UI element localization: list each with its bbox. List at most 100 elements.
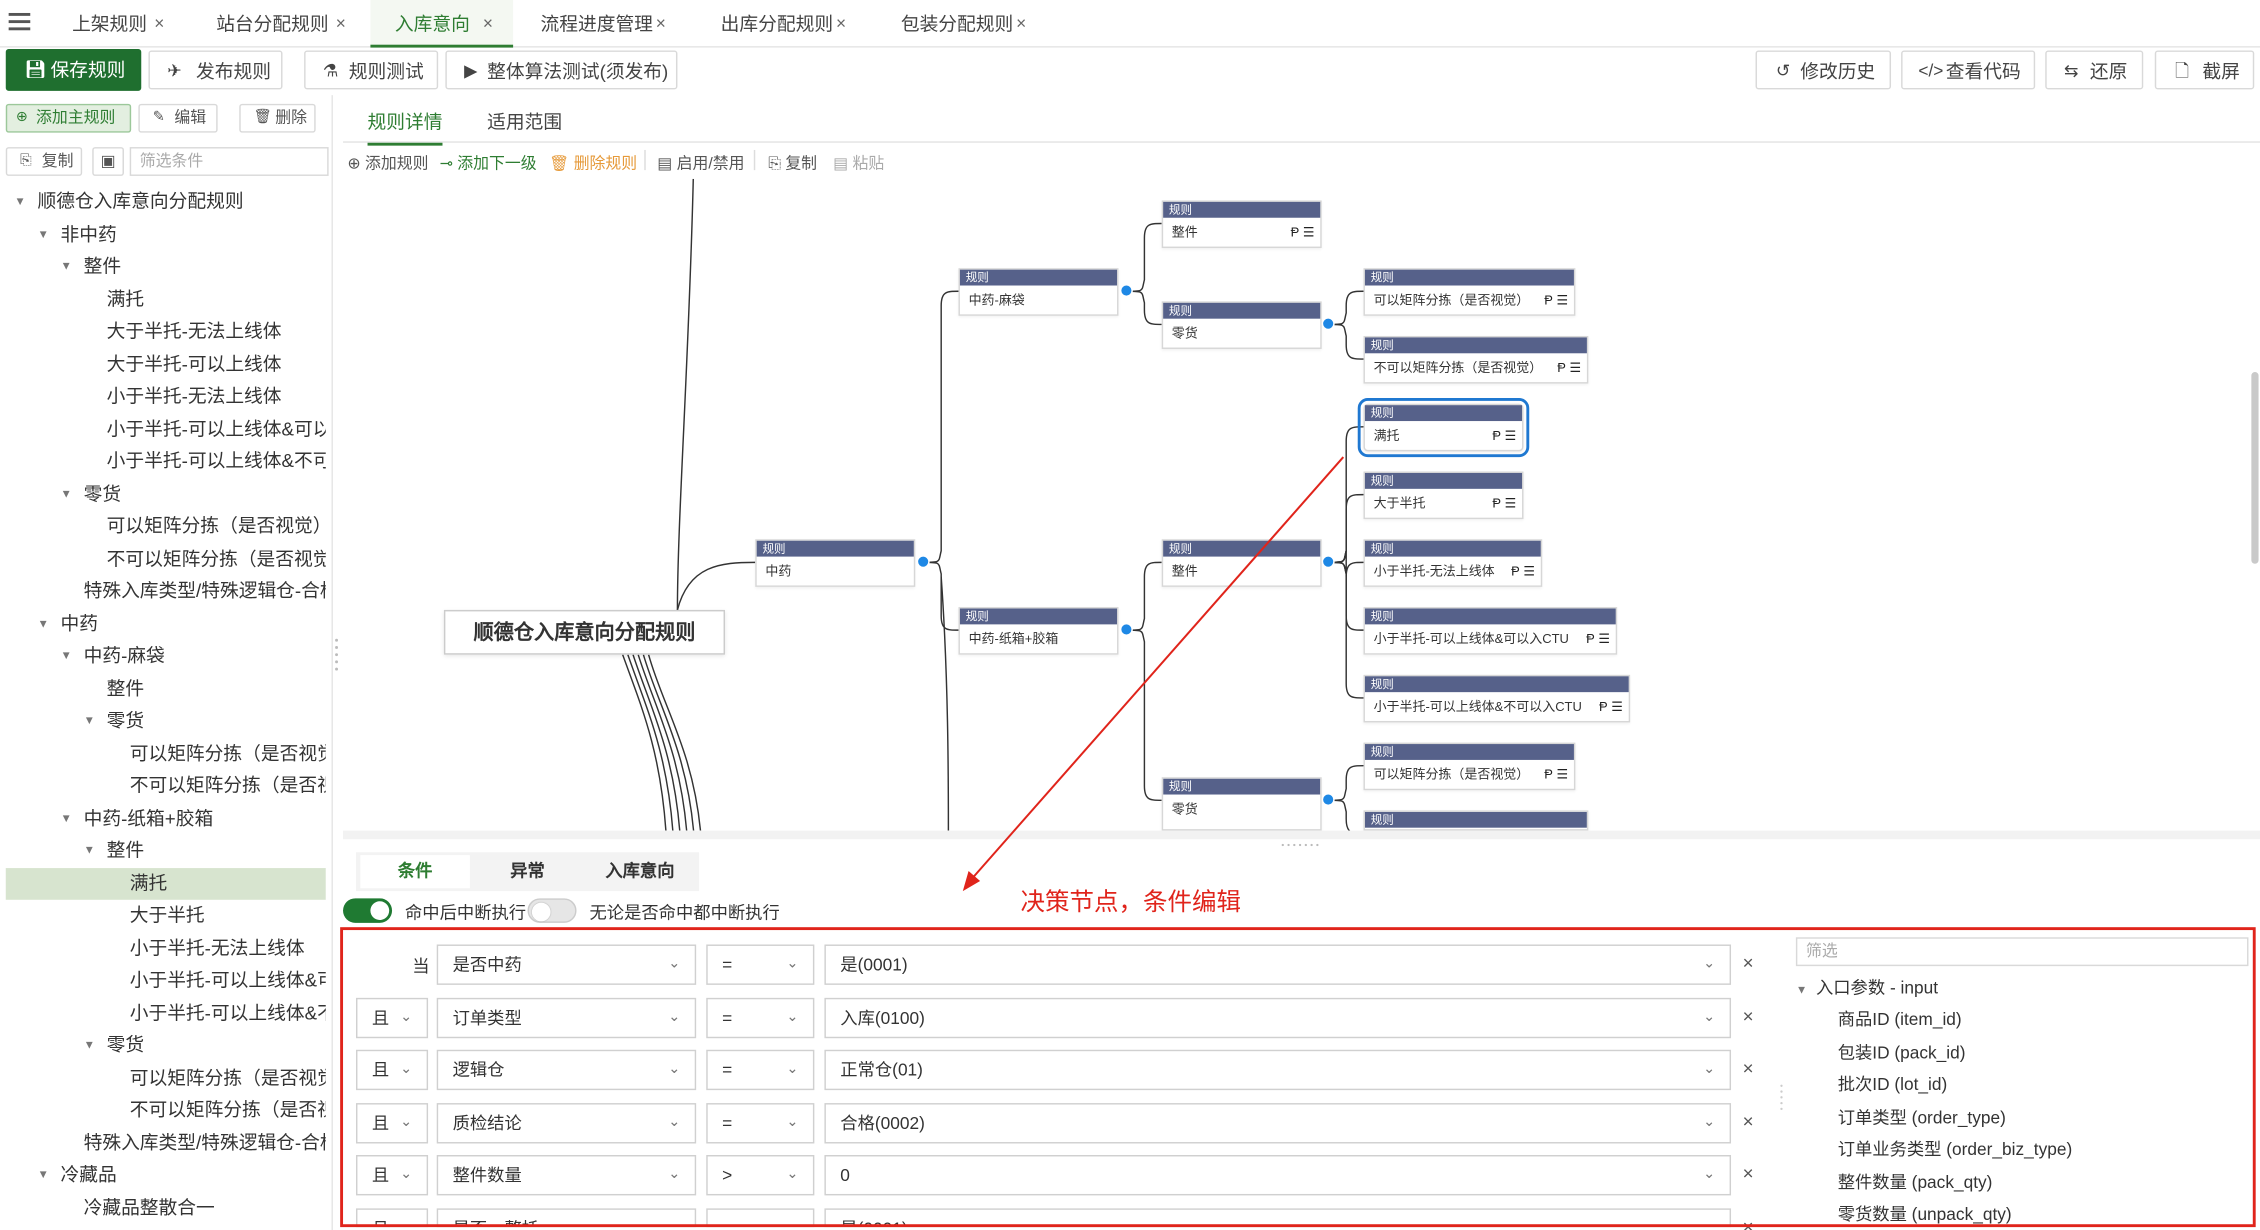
tree-node[interactable]: ▼ 零货	[6, 705, 326, 737]
tab-rule-detail[interactable]: 规则详情	[367, 107, 443, 146]
root-rule-node[interactable]: 顺德仓入库意向分配规则	[443, 609, 725, 655]
rule-node[interactable]: 规则 满托 Ᵽ ☰	[1357, 397, 1530, 458]
rule-node[interactable]: 规则 可以矩阵分拣（是否视觉） Ᵽ ☰	[1363, 742, 1576, 791]
node-tools-icon[interactable]: Ᵽ ☰	[1492, 421, 1516, 450]
tree-node[interactable]: 小于半托-可以上线体&可以入	[6, 965, 326, 997]
tree-node[interactable]: ▼ 中药-纸箱+胶箱	[6, 802, 326, 834]
rule-node[interactable]: 规则 可以矩阵分拣（是否视觉） Ᵽ ☰	[1363, 268, 1576, 316]
node-tools-icon[interactable]: Ᵽ ☰	[1544, 760, 1568, 789]
tree-node[interactable]: 满托	[5, 867, 326, 900]
close-icon[interactable]: ×	[1016, 0, 1026, 48]
tree-node[interactable]: ▼ 整件	[6, 251, 326, 283]
tree-node[interactable]: 可以矩阵分拣（是否视觉）	[6, 1062, 326, 1094]
rule-node[interactable]: 规则 小于半托-可以上线体&不可以入CTU Ᵽ ☰	[1363, 674, 1631, 723]
edit-button[interactable]: ✎ 编辑	[138, 103, 218, 133]
tree-node[interactable]: ▼ 零货	[6, 1030, 326, 1062]
node-tools-icon[interactable]: Ᵽ ☰	[1291, 218, 1315, 247]
close-icon[interactable]: ×	[483, 0, 493, 48]
tree-node[interactable]: 可以矩阵分拣（是否视觉）	[6, 510, 326, 542]
delete-rule-button[interactable]: 🗑︎ 删除规则	[549, 151, 637, 174]
tree-node[interactable]: 小于半托-无法上线体	[6, 381, 326, 413]
tree-node[interactable]: ▼ 零货	[6, 478, 326, 510]
connector-dot[interactable]	[1321, 555, 1335, 569]
caret-down-icon[interactable]: ▼	[61, 251, 72, 283]
rule-node[interactable]: 规则 整件 Ᵽ ☰	[1161, 200, 1322, 249]
close-icon[interactable]: ×	[336, 0, 346, 48]
copy-button[interactable]: ⎘ 复制	[5, 147, 83, 176]
caret-down-icon[interactable]: ▼	[61, 640, 72, 672]
tree-node[interactable]: 特殊入库类型/特殊逻辑仓-合格	[6, 575, 326, 607]
history-button[interactable]: ↺ 修改历史	[1755, 50, 1892, 90]
close-icon[interactable]: ×	[836, 0, 846, 48]
save-rules-button[interactable]: 💾︎ 保存规则	[5, 49, 142, 91]
tree-node[interactable]: ▼ 整件	[6, 835, 326, 867]
caret-down-icon[interactable]: ▼	[61, 802, 72, 834]
toggle-enable-button[interactable]: ▤ 启用/禁用	[657, 151, 744, 174]
tab-exceptions[interactable]: 异常	[471, 852, 583, 891]
rule-node[interactable]: 规则 中药-麻袋	[958, 268, 1119, 316]
node-tools-icon[interactable]: Ᵽ ☰	[1557, 353, 1581, 382]
always-interrupt-toggle[interactable]	[527, 898, 577, 923]
tree-node[interactable]: 小于半托-可以上线体&不可以	[6, 446, 326, 478]
tree-node[interactable]: 小于半托-可以上线体&可以入	[6, 413, 326, 445]
rule-node[interactable]: 规则 不可以矩阵分拣（是否视觉） Ᵽ ☰	[1363, 335, 1589, 384]
tab-inbound-intent-result[interactable]: 入库意向	[584, 852, 696, 891]
rule-node[interactable]: 规则	[1363, 810, 1589, 831]
caret-down-icon[interactable]: ▼	[84, 705, 95, 737]
rule-node[interactable]: 规则 中药	[755, 539, 916, 587]
add-rule-button[interactable]: ⊕ 添加规则	[347, 151, 428, 174]
tree-node[interactable]: 小于半托-可以上线体&不可以	[6, 997, 326, 1029]
node-tools-icon[interactable]: Ᵽ ☰	[1511, 557, 1535, 586]
publish-rules-button[interactable]: ✈︎ 发布规则	[148, 50, 283, 90]
tab-conditions[interactable]: 条件	[360, 855, 470, 889]
tab-inbound-intent[interactable]: 入库意向 ×	[370, 0, 514, 48]
tree-node[interactable]: 整件	[6, 673, 326, 705]
restore-button[interactable]: ⇆ 还原	[2045, 50, 2144, 90]
tree-node[interactable]: 大于半托-无法上线体	[6, 316, 326, 348]
caret-down-icon[interactable]: ▼	[14, 186, 25, 218]
tree-node[interactable]: ▼ 冷藏品	[6, 1159, 326, 1191]
tab-packing-rules[interactable]: 包装分配规则 ×	[876, 0, 1046, 48]
connector-dot[interactable]	[1321, 317, 1335, 331]
add-child-button[interactable]: ⊸ 添加下一级	[440, 151, 537, 174]
tree-node[interactable]: ▼ 中药	[6, 608, 326, 640]
rule-node[interactable]: 规则 大于半托 Ᵽ ☰	[1363, 471, 1524, 520]
paste-node-button[interactable]: ▤ 粘贴	[833, 151, 884, 174]
node-tools-icon[interactable]: Ᵽ ☰	[1492, 489, 1516, 518]
paste-icon-button[interactable]: ▣	[92, 147, 124, 176]
connector-dot[interactable]	[916, 555, 930, 569]
caret-down-icon[interactable]: ▼	[61, 478, 72, 510]
close-icon[interactable]: ×	[656, 0, 666, 48]
tab-process-progress[interactable]: 流程进度管理 ×	[516, 0, 686, 48]
rule-node[interactable]: 规则 小于半托-可以上线体&可以入CTU Ᵽ ☰	[1363, 607, 1618, 655]
rule-node[interactable]: 规则 小于半托-无法上线体 Ᵽ ☰	[1363, 539, 1543, 587]
tree-node[interactable]: ▼ 中药-麻袋	[6, 640, 326, 672]
tab-scope[interactable]: 适用范围	[487, 107, 562, 134]
tree-node[interactable]: 不可以矩阵分拣（是否视觉）	[6, 770, 326, 802]
tree-node[interactable]: 可以矩阵分拣（是否视觉）	[6, 738, 326, 770]
node-tools-icon[interactable]: Ᵽ ☰	[1544, 286, 1568, 315]
connector-dot[interactable]	[1119, 284, 1133, 298]
node-tools-icon[interactable]: Ᵽ ☰	[1586, 624, 1610, 653]
canvas-scrollbar[interactable]	[2251, 372, 2259, 564]
panel-splitter[interactable]	[333, 634, 340, 677]
node-tools-icon[interactable]: Ᵽ ☰	[1599, 692, 1623, 721]
interrupt-on-hit-toggle[interactable]	[343, 898, 393, 923]
tree-node[interactable]: 冷藏品整散合一	[6, 1192, 326, 1224]
rule-test-button[interactable]: ⚗︎ 规则测试	[304, 50, 439, 90]
add-main-rule-button[interactable]: ⊕ 添加主规则	[5, 103, 132, 133]
tab-outbound-rules[interactable]: 出库分配规则 ×	[696, 0, 866, 48]
tree-node[interactable]: 大于半托	[6, 900, 326, 932]
tree-node[interactable]: 特殊入库类型/特殊逻辑仓-合格	[6, 1127, 326, 1159]
caret-down-icon[interactable]: ▼	[37, 1159, 48, 1191]
rule-node[interactable]: 规则 零货	[1161, 301, 1322, 349]
caret-down-icon[interactable]: ▼	[84, 835, 95, 867]
screenshot-button[interactable]: 🗋︎ 截屏	[2154, 50, 2255, 90]
tree-node[interactable]: ▼ 顺德仓入库意向分配规则	[6, 186, 326, 218]
copy-node-button[interactable]: ⎘ 复制	[768, 151, 817, 174]
tree-node[interactable]: 满托	[6, 283, 326, 315]
full-algorithm-test-button[interactable]: ▶ 整体算法测试(须发布)	[445, 50, 678, 90]
caret-down-icon[interactable]: ▼	[37, 218, 48, 250]
tab-station-rules[interactable]: 站台分配规则 ×	[147, 0, 366, 48]
caret-down-icon[interactable]: ▼	[84, 1030, 95, 1062]
